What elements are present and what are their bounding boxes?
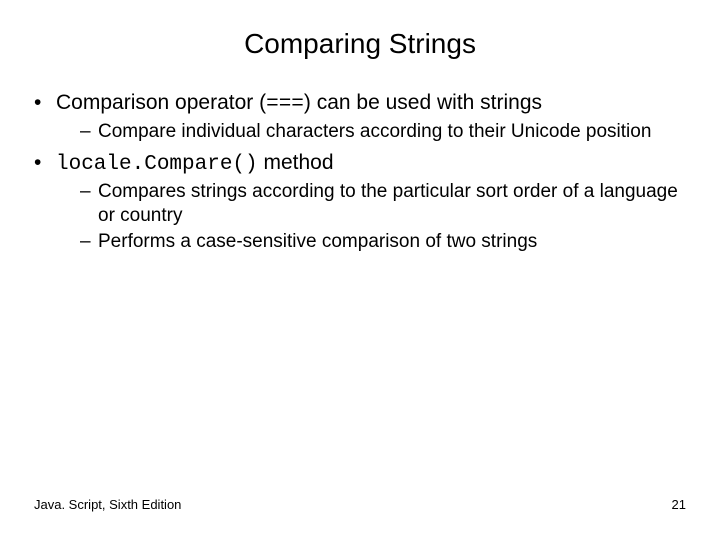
sub-bullet-item: Compares strings according to the partic… [80,180,686,228]
slide-title: Comparing Strings [0,0,720,70]
bullet-list: Comparison operator (===) can be used wi… [34,90,686,254]
bullet-text-pre: Comparison operator ( [56,91,266,114]
inline-code: locale.Compare() [56,153,258,176]
slide: Comparing Strings Comparison operator (=… [0,0,720,540]
sub-bullet-item: Compare individual characters according … [80,120,686,144]
sub-bullet-item: Performs a case-sensitive comparison of … [80,230,686,254]
bullet-text-post: ) can be used with strings [304,91,542,114]
bullet-text-post: method [258,151,334,174]
bullet-item: Comparison operator (===) can be used wi… [34,90,686,144]
footer-left: Java. Script, Sixth Edition [34,497,181,512]
inline-code: === [266,93,304,116]
bullet-item: locale.Compare() method Compares strings… [34,150,686,254]
sub-bullet-list: Compare individual characters according … [56,120,686,144]
slide-body: Comparison operator (===) can be used wi… [0,70,720,254]
sub-bullet-list: Compares strings according to the partic… [56,180,686,253]
page-number: 21 [672,497,686,512]
